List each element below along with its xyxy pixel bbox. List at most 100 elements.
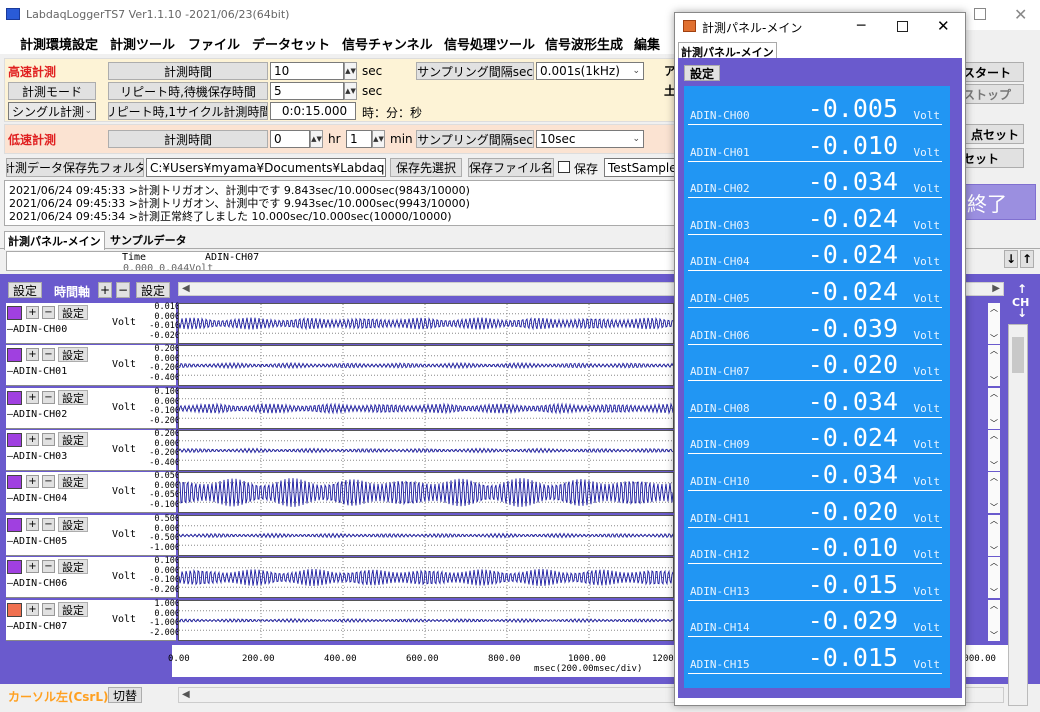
chevron-up-icon[interactable]: ︿ <box>990 388 998 399</box>
chevron-down-icon[interactable]: ﹀ <box>990 502 998 513</box>
channel-plot[interactable] <box>178 430 674 471</box>
tab-sample-data[interactable]: サンプルデータ <box>110 232 187 248</box>
save-checkbox[interactable] <box>558 161 570 173</box>
scroll-right-icon[interactable]: ▶ <box>992 283 1000 294</box>
channel-color-swatch[interactable] <box>7 560 22 574</box>
vertical-scrollbar[interactable] <box>1008 324 1028 706</box>
hs-measure-time-input[interactable]: 10 <box>270 62 344 80</box>
channel-plot[interactable] <box>178 345 674 386</box>
ls-measure-time-button[interactable]: 計測時間 <box>108 130 268 148</box>
chevron-down-icon[interactable]: ﹀ <box>990 587 998 598</box>
channel-minus-button[interactable]: − <box>42 560 55 573</box>
panel-settings-button[interactable]: 設定 <box>684 65 720 81</box>
channel-minus-button[interactable]: − <box>42 603 55 616</box>
channel-settings-button[interactable]: 設定 <box>58 305 88 320</box>
channel-plus-button[interactable]: + <box>26 603 39 616</box>
chevron-down-icon[interactable]: ﹀ <box>990 545 998 556</box>
panel-maximize-icon[interactable] <box>897 21 908 32</box>
chevron-down-icon[interactable]: ﹀ <box>990 418 998 429</box>
hs-repeat-wait-spinner[interactable]: ▲▼ <box>344 82 357 100</box>
save-filename-button[interactable]: 保存ファイル名 <box>468 158 554 177</box>
channel-mini-scrollbar[interactable]: ︿ ﹀ <box>988 303 1000 344</box>
channel-settings-button[interactable]: 設定 <box>58 517 88 532</box>
time-axis-plus-button[interactable]: + <box>98 282 112 298</box>
channel-minus-button[interactable]: − <box>42 475 55 488</box>
scroll-thumb[interactable] <box>1012 337 1024 373</box>
channel-minus-button[interactable]: − <box>42 348 55 361</box>
channel-color-swatch[interactable] <box>7 518 22 532</box>
hs-sampling-combo[interactable]: 0.001s(1kHz) ⌄ <box>536 62 644 80</box>
ls-min-input[interactable]: 1 <box>346 130 372 148</box>
chart-settings-button-2[interactable]: 設定 <box>136 282 170 298</box>
channel-mini-scrollbar[interactable]: ︿ ﹀ <box>988 345 1000 386</box>
channel-plot[interactable] <box>178 557 674 598</box>
save-folder-path[interactable]: C:¥Users¥myama¥Documents¥LabdaqLo <box>146 158 386 177</box>
channel-plot[interactable] <box>178 515 674 556</box>
channel-mini-scrollbar[interactable]: ︿ ﹀ <box>988 600 1000 641</box>
main-maximize-icon[interactable] <box>974 8 986 20</box>
channel-settings-button[interactable]: 設定 <box>58 432 88 447</box>
panel-minimize-icon[interactable]: ─ <box>857 18 865 34</box>
cursor-switch-button[interactable]: 切替 <box>108 687 142 703</box>
channel-settings-button[interactable]: 設定 <box>58 347 88 362</box>
ls-hr-spinner[interactable]: ▲▼ <box>310 130 323 148</box>
scroll-up-arrow-icon[interactable]: ↑ <box>1020 250 1034 268</box>
ls-sampling-combo[interactable]: 10sec ⌄ <box>536 130 644 148</box>
chevron-up-icon[interactable]: ︿ <box>990 345 998 356</box>
channel-minus-button[interactable]: − <box>42 433 55 446</box>
channel-mini-scrollbar[interactable]: ︿ ﹀ <box>988 430 1000 471</box>
channel-plot[interactable] <box>178 472 674 513</box>
time-axis-minus-button[interactable]: − <box>116 282 130 298</box>
ls-sampling-button[interactable]: サンプリング間隔sec <box>416 130 534 148</box>
ch-down-icon[interactable]: ↓ <box>1017 306 1027 320</box>
tab-measure-panel[interactable]: 計測パネル-メイン <box>4 231 105 250</box>
channel-plus-button[interactable]: + <box>26 306 39 319</box>
hs-repeat-wait-button[interactable]: リピート時,待機保存時間 <box>108 82 268 100</box>
hs-repeat-wait-input[interactable]: 5 <box>270 82 344 100</box>
chevron-up-icon[interactable]: ︿ <box>990 600 998 611</box>
ls-hr-input[interactable]: 0 <box>270 130 310 148</box>
channel-color-swatch[interactable] <box>7 603 22 617</box>
chevron-down-icon[interactable]: ﹀ <box>990 460 998 471</box>
hs-measure-time-spinner[interactable]: ▲▼ <box>344 62 357 80</box>
save-folder-button[interactable]: 計測データ保存先フォルダ <box>6 158 144 177</box>
channel-plot[interactable] <box>178 303 674 344</box>
hs-measure-time-button[interactable]: 計測時間 <box>108 62 268 80</box>
menu-waveform[interactable]: 信号波形生成 <box>545 34 623 53</box>
save-filename-input[interactable]: TestSample <box>604 158 676 177</box>
menu-dataset[interactable]: データセット <box>252 34 330 53</box>
chevron-down-icon[interactable]: ﹀ <box>990 630 998 641</box>
channel-plus-button[interactable]: + <box>26 560 39 573</box>
channel-mini-scrollbar[interactable]: ︿ ﹀ <box>988 557 1000 598</box>
scroll-left-icon[interactable]: ◀ <box>182 283 190 294</box>
channel-settings-button[interactable]: 設定 <box>58 474 88 489</box>
channel-color-swatch[interactable] <box>7 433 22 447</box>
channel-plus-button[interactable]: + <box>26 348 39 361</box>
main-close-icon[interactable]: ✕ <box>1014 5 1027 24</box>
chart-settings-button[interactable]: 設定 <box>8 282 42 298</box>
channel-color-swatch[interactable] <box>7 475 22 489</box>
scroll-down-arrow-icon[interactable]: ↓ <box>1004 250 1018 268</box>
chevron-down-icon[interactable]: ﹀ <box>990 375 998 386</box>
hs-mode-button[interactable]: 計測モード <box>8 82 96 100</box>
channel-color-swatch[interactable] <box>7 391 22 405</box>
panel-close-icon[interactable]: ✕ <box>937 17 950 35</box>
menu-signal-tools[interactable]: 信号処理ツール <box>444 34 535 53</box>
channel-plus-button[interactable]: + <box>26 433 39 446</box>
chevron-up-icon[interactable]: ︿ <box>990 303 998 314</box>
channel-minus-button[interactable]: − <box>42 518 55 531</box>
hs-sampling-button[interactable]: サンプリング間隔sec <box>416 62 534 80</box>
channel-minus-button[interactable]: − <box>42 391 55 404</box>
chevron-down-icon[interactable]: ﹀ <box>990 333 998 344</box>
channel-plus-button[interactable]: + <box>26 518 39 531</box>
channel-plus-button[interactable]: + <box>26 475 39 488</box>
hs-repeat-cycle-input[interactable]: 0:0:15.000 <box>270 102 356 120</box>
menu-settings[interactable]: 計測環境設定 <box>20 34 98 53</box>
channel-color-swatch[interactable] <box>7 348 22 362</box>
chevron-up-icon[interactable]: ︿ <box>990 557 998 568</box>
channel-settings-button[interactable]: 設定 <box>58 390 88 405</box>
menu-file[interactable]: ファイル <box>188 34 240 53</box>
channel-plot[interactable] <box>178 600 674 641</box>
menu-channel[interactable]: 信号チャンネル <box>342 34 433 53</box>
chevron-up-icon[interactable]: ︿ <box>990 515 998 526</box>
